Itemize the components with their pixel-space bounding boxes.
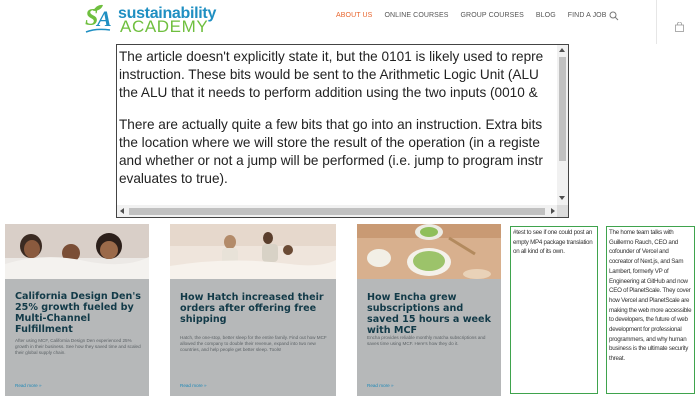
card-description: Encha provides reliable monthly matcha s… — [367, 335, 486, 346]
case-study-card-california-design-den[interactable]: California Design Den's 25% growth fuele… — [5, 224, 149, 396]
card-description: After using MCF, California Design Den e… — [15, 338, 141, 355]
horizontal-scrollbar[interactable] — [117, 205, 558, 217]
scroll-down-icon[interactable] — [559, 196, 565, 200]
article-text: The article doesn't explicitly state it,… — [119, 48, 559, 203]
article-line: The article doesn't explicitly state it,… — [119, 49, 544, 64]
card-image-matcha-bowl — [357, 224, 501, 279]
card-title[interactable]: California Design Den's 25% growth fuele… — [15, 291, 141, 335]
card-read-more-link[interactable]: Read more » — [180, 383, 207, 388]
nav-about-us[interactable]: ABOUT US — [336, 12, 372, 19]
scroll-up-icon[interactable] — [559, 48, 565, 52]
case-study-card-encha[interactable]: How Encha grew subscriptions and saved 1… — [357, 224, 501, 396]
case-study-card-hatch[interactable]: How Hatch increased their orders after o… — [170, 224, 336, 396]
search-icon[interactable] — [609, 11, 619, 21]
card-read-more-link[interactable]: Read more » — [15, 383, 42, 388]
nav-find-a-job[interactable]: FIND A JOB — [568, 12, 607, 19]
scroll-left-icon[interactable] — [120, 208, 124, 214]
shopping-bag-icon[interactable] — [675, 22, 684, 32]
card-image-family-relaxing — [170, 224, 336, 279]
site-logo[interactable]: S A sustainability ACADEMY — [84, 2, 224, 36]
card-read-more-link[interactable]: Read more » — [367, 383, 394, 388]
text-box-content: The home team talks with Guillermo Rauch… — [609, 229, 692, 363]
scroll-right-icon[interactable] — [551, 208, 555, 214]
card-title[interactable]: How Hatch increased their orders after o… — [180, 292, 328, 325]
nav-group-courses[interactable]: GROUP COURSES — [461, 12, 524, 19]
logo-text-academy: ACADEMY — [120, 17, 209, 36]
text-box-content: #test to see if one could post an empty … — [513, 229, 593, 256]
card-image-family-in-bed — [5, 224, 149, 279]
nav-online-courses[interactable]: ONLINE COURSES — [384, 12, 448, 19]
article-line: and whether or not a jump will be perfor… — [119, 153, 543, 168]
main-nav: ABOUT US ONLINE COURSES GROUP COURSES BL… — [336, 12, 619, 19]
vertical-scroll-thumb[interactable] — [559, 57, 566, 161]
site-header: S A sustainability ACADEMY ABOUT US ONLI… — [0, 0, 700, 44]
card-description: Hatch, the one-stop, better sleep for th… — [180, 335, 327, 352]
horizontal-scroll-thumb[interactable] — [129, 208, 545, 215]
article-line: evaluates to true). — [119, 171, 228, 186]
article-paragraph-1: The article doesn't explicitly state it,… — [119, 48, 559, 102]
article-line: the ALU that it needs to perform additio… — [119, 85, 538, 100]
text-box-1[interactable]: #test to see if one could post an empty … — [510, 226, 598, 394]
page: S A sustainability ACADEMY ABOUT US ONLI… — [0, 0, 700, 400]
article-paragraph-2: There are actually quite a few bits that… — [119, 116, 559, 188]
article-line: the location where we will store the res… — [119, 135, 540, 150]
vertical-scrollbar[interactable] — [557, 45, 568, 205]
card-title[interactable]: How Encha grew subscriptions and saved 1… — [367, 292, 493, 336]
article-textarea[interactable]: The article doesn't explicitly state it,… — [116, 44, 569, 218]
scrollbar-corner — [557, 205, 568, 217]
article-line: instruction. These bits would be sent to… — [119, 67, 539, 82]
article-line: There are actually quite a few bits that… — [119, 117, 543, 132]
logo-mark-icon: S A — [85, 4, 112, 33]
text-box-2[interactable]: The home team talks with Guillermo Rauch… — [606, 226, 695, 394]
header-divider — [656, 0, 657, 44]
nav-blog[interactable]: BLOG — [536, 12, 556, 19]
